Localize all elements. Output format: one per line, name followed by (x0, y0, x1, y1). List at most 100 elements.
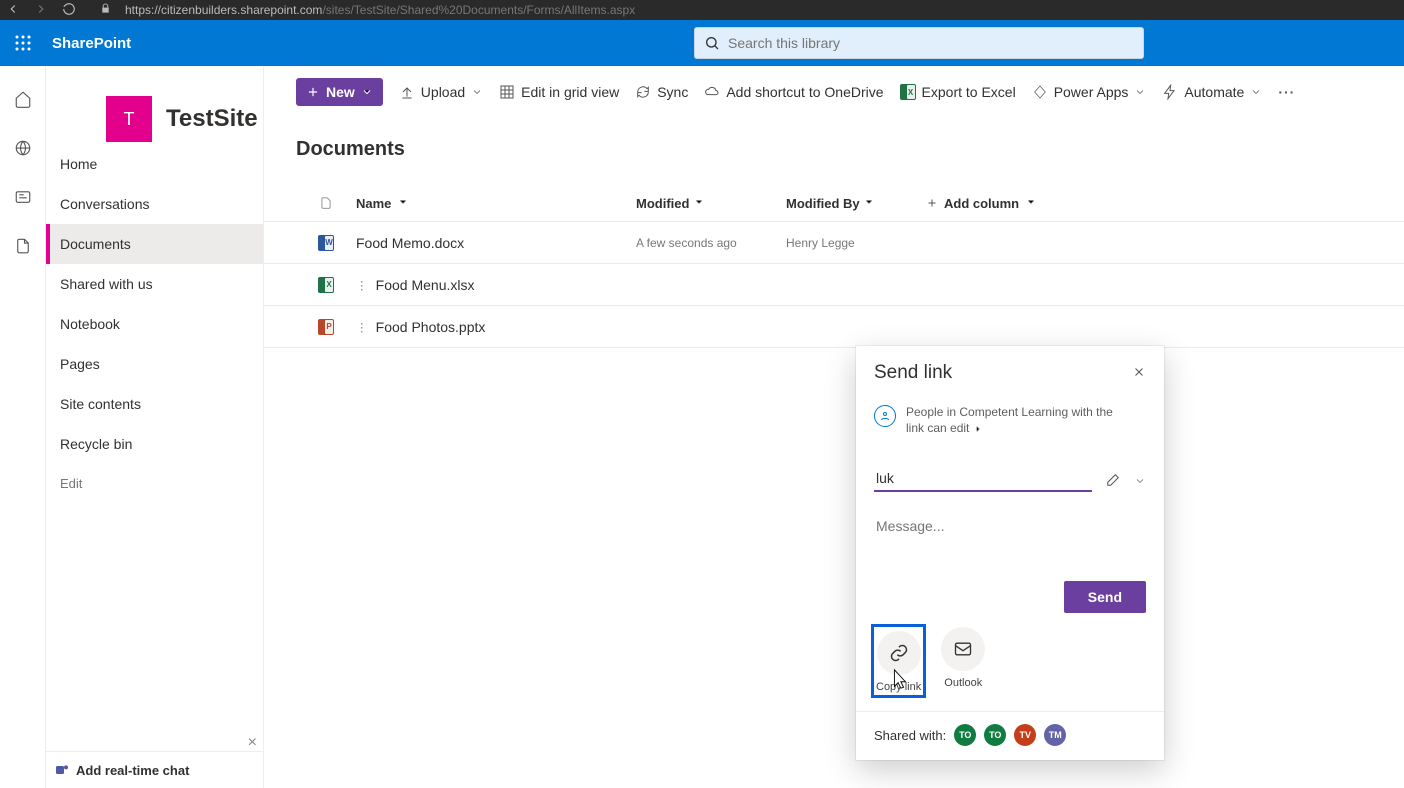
file-icon (319, 195, 333, 211)
app-rail (0, 66, 46, 788)
shared-with-row: Shared with: TO TO TV TM (856, 711, 1164, 746)
upload-button[interactable]: Upload (399, 84, 483, 100)
sidebar-item-recycle[interactable]: Recycle bin (46, 424, 263, 464)
people-icon (874, 405, 896, 427)
table-row[interactable]: ⋮Food Photos.pptx (264, 306, 1404, 348)
site-sidebar: T TestSite Home Conversations Documents … (46, 66, 264, 788)
file-modified-by: Henry Legge (786, 236, 926, 250)
table-header: Name Modified Modified By Add column (264, 185, 1404, 222)
powerpoint-icon (318, 319, 334, 335)
send-link-dialog: Send link People in Competent Learning w… (856, 346, 1164, 760)
search-box[interactable] (694, 27, 1144, 59)
modifiedby-column[interactable]: Modified By (786, 196, 926, 211)
table-row[interactable]: Food Memo.docx A few seconds ago Henry L… (264, 222, 1404, 264)
sidebar-item-shared[interactable]: Shared with us (46, 264, 263, 304)
close-icon (1132, 365, 1146, 379)
powerapps-button[interactable]: Power Apps (1032, 84, 1147, 100)
lock-icon (100, 3, 111, 17)
chevron-down-icon (361, 86, 373, 98)
outlook-icon (953, 639, 973, 659)
add-column-button[interactable]: Add column (926, 196, 1037, 211)
realtime-chat-promo[interactable]: × Add real-time chat (46, 751, 263, 788)
plus-icon (926, 197, 938, 209)
teams-icon (54, 762, 70, 778)
url-text[interactable]: https://citizenbuilders.sharepoint.com/s… (125, 3, 635, 17)
site-title: TestSite (166, 105, 258, 133)
onedrive-icon (704, 84, 720, 100)
edit-grid-button[interactable]: Edit in grid view (499, 84, 619, 100)
file-list: Name Modified Modified By Add column (264, 185, 1404, 348)
back-icon[interactable] (6, 2, 20, 19)
sidebar-item-pages[interactable]: Pages (46, 344, 263, 384)
site-logo[interactable]: T (106, 96, 152, 142)
excel-icon (900, 84, 916, 100)
powerapps-icon (1032, 84, 1048, 100)
forward-icon[interactable] (34, 2, 48, 19)
avatar[interactable]: TM (1044, 724, 1066, 746)
chevron-down-icon (397, 196, 409, 208)
files-icon[interactable] (14, 237, 32, 260)
send-button[interactable]: Send (1064, 581, 1146, 613)
library-title: Documents (264, 110, 1404, 161)
rtc-label: Add real-time chat (76, 763, 189, 778)
link-icon (889, 643, 909, 663)
sidebar-edit-link[interactable]: Edit (46, 464, 263, 503)
avatar[interactable]: TO (954, 724, 976, 746)
file-name[interactable]: Food Memo.docx (356, 235, 636, 251)
new-button[interactable]: New (296, 78, 383, 106)
file-modified: A few seconds ago (636, 236, 786, 250)
home-icon[interactable] (14, 90, 32, 113)
name-column[interactable]: Name (356, 196, 636, 211)
link-scope-button[interactable]: People in Competent Learning with the li… (874, 404, 1146, 436)
outlook-button[interactable]: Outlook (941, 627, 985, 695)
plus-icon (306, 85, 320, 99)
refresh-icon[interactable] (62, 2, 76, 19)
word-icon (318, 235, 334, 251)
sidebar-item-notebook[interactable]: Notebook (46, 304, 263, 344)
search-input[interactable] (728, 35, 1134, 51)
avatar[interactable]: TO (984, 724, 1006, 746)
chevron-down-icon (1025, 196, 1037, 208)
recipient-input[interactable] (874, 466, 1092, 492)
shared-with-label: Shared with: (874, 728, 946, 743)
main-content: New Upload Edit in grid view Sync Add sh… (264, 66, 1404, 788)
automate-button[interactable]: Automate (1162, 84, 1262, 100)
grid-icon (499, 84, 515, 100)
app-launcher-icon[interactable] (0, 20, 46, 66)
sidebar-item-contents[interactable]: Site contents (46, 384, 263, 424)
copy-link-button[interactable]: Copy link (874, 627, 923, 695)
pencil-icon[interactable] (1106, 473, 1120, 492)
chevron-down-icon[interactable] (1134, 474, 1146, 492)
chevron-down-icon (693, 196, 705, 208)
close-dialog-button[interactable] (1132, 365, 1146, 382)
chevron-down-icon (863, 196, 875, 208)
brand-name[interactable]: SharePoint (52, 35, 131, 52)
sync-icon (635, 84, 651, 100)
table-row[interactable]: ⋮Food Menu.xlsx (264, 264, 1404, 306)
more-button[interactable]: ··· (1278, 84, 1295, 100)
command-bar: New Upload Edit in grid view Sync Add sh… (264, 66, 1404, 110)
file-type-column[interactable] (296, 195, 356, 211)
sync-button[interactable]: Sync (635, 84, 688, 100)
globe-icon[interactable] (14, 139, 32, 162)
sidebar-item-documents[interactable]: Documents (46, 224, 263, 264)
modified-column[interactable]: Modified (636, 196, 786, 211)
sharepoint-header: SharePoint (0, 20, 1404, 66)
avatar[interactable]: TV (1014, 724, 1036, 746)
chevron-down-icon (471, 86, 483, 98)
excel-icon (318, 277, 334, 293)
upload-icon (399, 84, 415, 100)
chevron-right-icon (973, 424, 983, 434)
message-input[interactable] (874, 514, 1146, 572)
chevron-down-icon (1250, 86, 1262, 98)
add-shortcut-button[interactable]: Add shortcut to OneDrive (704, 84, 883, 100)
file-name[interactable]: ⋮Food Menu.xlsx (356, 277, 636, 293)
sidebar-item-conversations[interactable]: Conversations (46, 184, 263, 224)
dialog-title: Send link (874, 362, 952, 384)
close-icon[interactable]: × (248, 734, 257, 752)
export-excel-button[interactable]: Export to Excel (900, 84, 1016, 100)
browser-address-bar: https://citizenbuilders.sharepoint.com/s… (0, 0, 1404, 20)
file-name[interactable]: ⋮Food Photos.pptx (356, 319, 636, 335)
news-icon[interactable] (14, 188, 32, 211)
automate-icon (1162, 84, 1178, 100)
